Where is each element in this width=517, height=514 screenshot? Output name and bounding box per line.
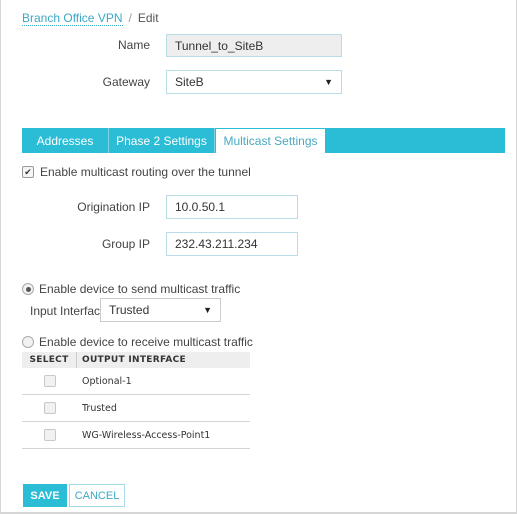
column-header-output-interface[interactable]: OUTPUT INTERFACE: [77, 355, 186, 365]
checkmark-icon: ✔: [24, 166, 32, 177]
receive-multicast-radio[interactable]: [22, 336, 34, 348]
dropdown-arrow-icon: ▼: [203, 305, 212, 315]
origination-ip-value: 10.0.50.1: [175, 200, 226, 214]
table-row: Trusted: [22, 395, 250, 422]
tab-bar: Addresses Phase 2 Settings Multicast Set…: [22, 128, 505, 153]
row-select-checkbox[interactable]: [43, 429, 56, 441]
table-row: Optional-1: [22, 368, 250, 395]
output-interface-table: SELECT OUTPUT INTERFACE Optional-1 Trust…: [22, 352, 250, 449]
group-ip-field[interactable]: 232.43.211.234: [166, 232, 298, 256]
interface-name: WG-Wireless-Access-Point1: [82, 429, 211, 441]
cancel-button[interactable]: CANCEL: [69, 484, 125, 507]
group-ip-label: Group IP: [101, 237, 150, 251]
input-interface-label: Input Interface: [30, 304, 107, 318]
breadcrumb-current: Edit: [137, 11, 159, 25]
gateway-select[interactable]: SiteB ▼: [166, 70, 342, 94]
enable-multicast-checkbox[interactable]: ✔: [22, 166, 34, 178]
name-field[interactable]: Tunnel_to_SiteB: [166, 34, 342, 57]
row-select-checkbox[interactable]: [43, 375, 56, 387]
receive-multicast-label: Enable device to receive multicast traff…: [39, 335, 253, 349]
origination-ip-field[interactable]: 10.0.50.1: [166, 195, 298, 219]
interface-name: Optional-1: [82, 375, 132, 387]
group-ip-value: 232.43.211.234: [175, 237, 258, 251]
send-multicast-label: Enable device to send multicast traffic: [39, 282, 241, 296]
send-multicast-option: Enable device to send multicast traffic: [22, 282, 240, 296]
breadcrumb-separator: /: [128, 11, 132, 25]
send-multicast-radio[interactable]: [22, 283, 34, 295]
input-interface-select[interactable]: Trusted ▼: [100, 298, 221, 322]
dropdown-arrow-icon: ▼: [324, 77, 333, 87]
tab-phase-2-settings[interactable]: Phase 2 Settings: [109, 128, 215, 153]
enable-multicast-row: ✔ Enable multicast routing over the tunn…: [22, 165, 251, 179]
gateway-value: SiteB: [175, 75, 204, 89]
save-button[interactable]: SAVE: [23, 484, 67, 507]
column-header-select[interactable]: SELECT: [22, 352, 77, 368]
receive-multicast-option: Enable device to receive multicast traff…: [22, 335, 253, 349]
name-label: Name: [117, 38, 150, 52]
input-interface-value: Trusted: [109, 303, 150, 317]
name-value: Tunnel_to_SiteB: [175, 38, 264, 53]
row-select-checkbox[interactable]: [43, 402, 56, 414]
table-row: WG-Wireless-Access-Point1: [22, 422, 250, 449]
gateway-label: Gateway: [102, 75, 150, 89]
tab-multicast-settings[interactable]: Multicast Settings: [215, 128, 326, 153]
breadcrumb-link-branch-office-vpn[interactable]: Branch Office VPN: [22, 11, 123, 26]
origination-ip-label: Origination IP: [77, 200, 150, 214]
enable-multicast-label: Enable multicast routing over the tunnel: [40, 165, 251, 179]
tab-addresses[interactable]: Addresses: [22, 128, 109, 153]
table-header: SELECT OUTPUT INTERFACE: [22, 352, 250, 368]
interface-name: Trusted: [82, 402, 117, 414]
breadcrumb: Branch Office VPN / Edit: [22, 11, 159, 26]
radio-selected-dot: [25, 286, 31, 292]
